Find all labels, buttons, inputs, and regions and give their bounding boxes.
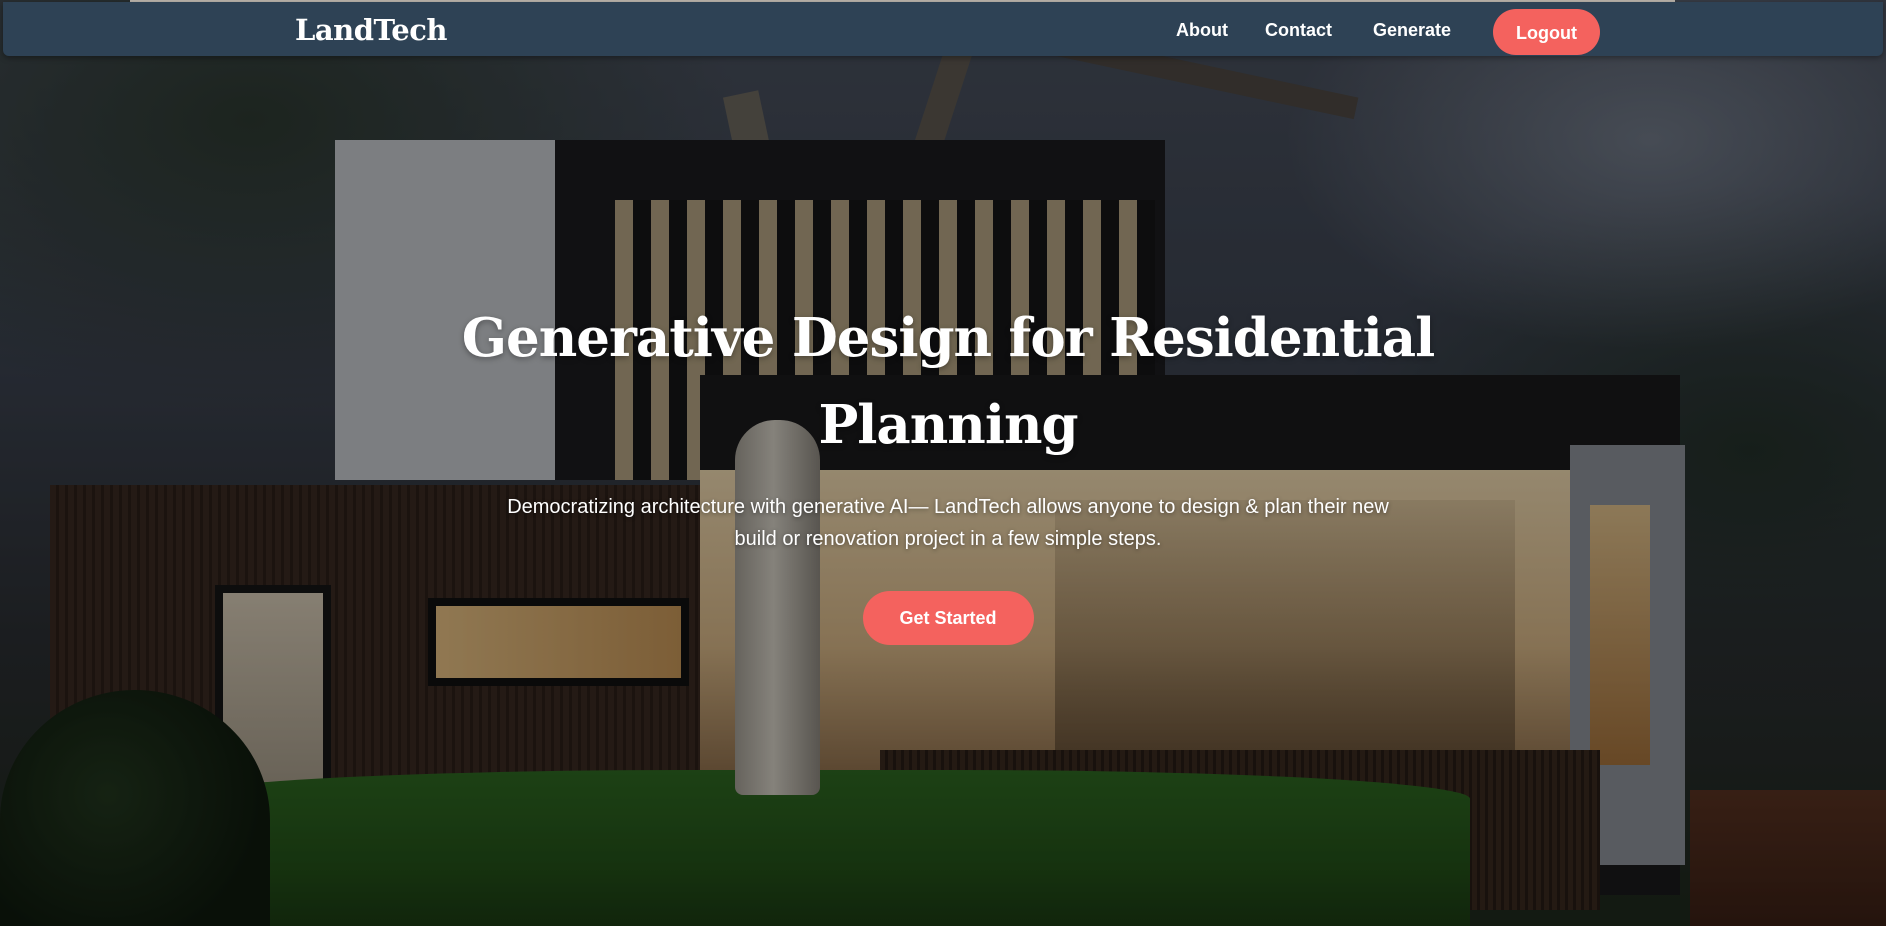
hero-section: Generative Design for Residential Planni… xyxy=(443,295,1453,645)
brand-logo[interactable]: LandTech xyxy=(295,13,448,47)
logout-button[interactable]: Logout xyxy=(1493,9,1600,55)
navbar: LandTech About Contact Generate Logout xyxy=(3,2,1883,56)
nav-link-generate[interactable]: Generate xyxy=(1373,20,1451,41)
landing-page: LandTech About Contact Generate Logout G… xyxy=(0,0,1886,926)
nav-link-contact[interactable]: Contact xyxy=(1265,20,1332,41)
get-started-button[interactable]: Get Started xyxy=(862,591,1034,645)
nav-link-about[interactable]: About xyxy=(1176,20,1228,41)
hero-title: Generative Design for Residential Planni… xyxy=(461,307,1435,456)
hero-subtitle: Democratizing architecture with generati… xyxy=(507,496,1389,550)
